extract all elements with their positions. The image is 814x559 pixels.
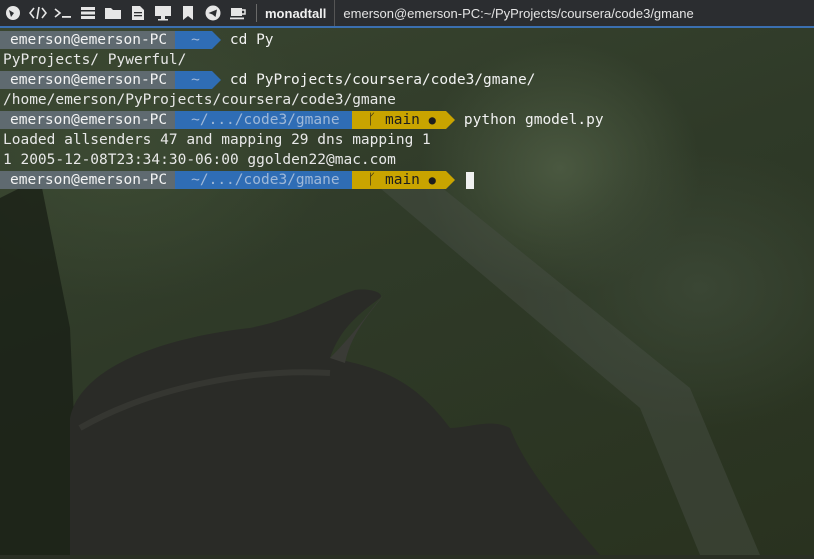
- coffee-icon[interactable]: [227, 2, 249, 24]
- terminal-icon[interactable]: [52, 2, 74, 24]
- bookmark-icon[interactable]: [177, 2, 199, 24]
- document-icon[interactable]: [127, 2, 149, 24]
- code-editor-icon[interactable]: [27, 2, 49, 24]
- output-line: PyProjects/ Pywerful/: [3, 52, 187, 68]
- terminal-output[interactable]: emerson@emerson-PC ~ cd Py PyProjects/ P…: [0, 30, 814, 190]
- prompt-directory: ~: [175, 71, 221, 89]
- prompt-user-host: emerson@emerson-PC: [0, 71, 185, 89]
- app-launcher: [0, 0, 252, 26]
- output-line: /home/emerson/PyProjects/coursera/code3/…: [3, 92, 396, 108]
- layout-name: monadtall: [265, 5, 327, 21]
- output-line: Loaded allsenders 47 and mapping 29 dns …: [3, 132, 431, 148]
- prompt-user-host: emerson@emerson-PC: [0, 111, 185, 129]
- browser-icon[interactable]: [2, 2, 24, 24]
- telegram-icon[interactable]: [202, 2, 224, 24]
- prompt-git-branch: ᚴ main ●: [351, 171, 456, 189]
- command-text: python gmodel.py: [463, 112, 604, 128]
- prompt-line: emerson@emerson-PC ~ cd Py: [0, 30, 814, 50]
- prompt-line: emerson@emerson-PC ~/.../code3/gmane ᚴ m…: [0, 170, 814, 190]
- prompt-user-host: emerson@emerson-PC: [0, 31, 185, 49]
- branch-icon: ᚴ: [367, 112, 377, 128]
- monitor-icon[interactable]: [152, 2, 174, 24]
- window-title[interactable]: emerson@emerson-PC:~/PyProjects/coursera…: [334, 0, 694, 26]
- command-text: cd Py: [229, 32, 274, 48]
- dirty-indicator-icon: ●: [428, 173, 436, 187]
- top-panel: monadtall emerson@emerson-PC:~/PyProject…: [0, 0, 814, 28]
- prompt-line: emerson@emerson-PC ~/.../code3/gmane ᚴ m…: [0, 110, 814, 130]
- prompt-directory: ~/.../code3/gmane: [175, 111, 361, 129]
- command-text: cd PyProjects/coursera/code3/gmane/: [229, 72, 536, 88]
- prompt-directory: ~/.../code3/gmane: [175, 171, 361, 189]
- output-line: 1 2005-12-08T23:34:30-06:00 ggolden22@ma…: [3, 152, 396, 168]
- prompt-git-branch: ᚴ main ●: [351, 111, 456, 129]
- database-icon[interactable]: [77, 2, 99, 24]
- prompt-user-host: emerson@emerson-PC: [0, 171, 185, 189]
- prompt-directory: ~: [175, 31, 221, 49]
- dirty-indicator-icon: ●: [428, 113, 436, 127]
- panel-separator: [256, 4, 257, 22]
- text-cursor[interactable]: [465, 171, 474, 189]
- branch-name: main: [384, 112, 420, 128]
- branch-name: main: [384, 172, 420, 188]
- branch-icon: ᚴ: [367, 172, 377, 188]
- folder-icon[interactable]: [102, 2, 124, 24]
- prompt-line: emerson@emerson-PC ~ cd PyProjects/cours…: [0, 70, 814, 90]
